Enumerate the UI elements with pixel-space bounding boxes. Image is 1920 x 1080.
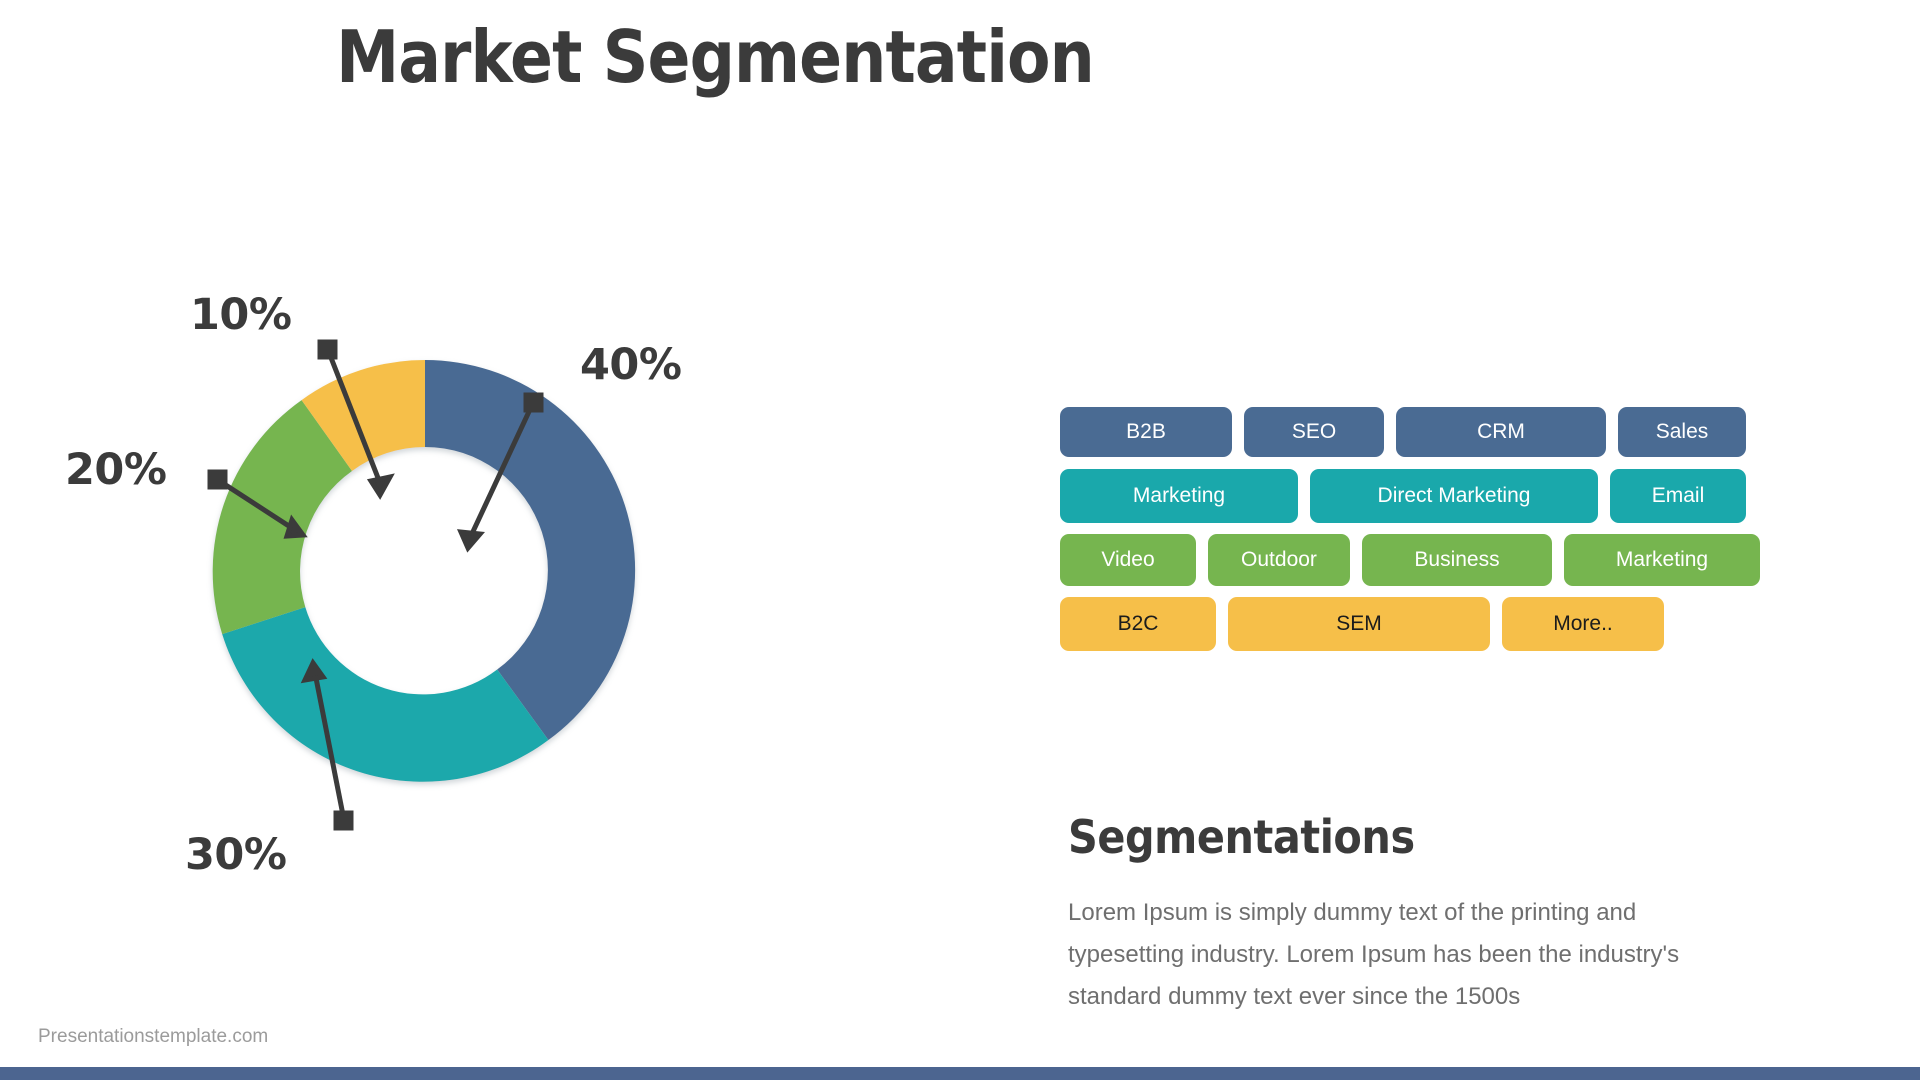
tag-outdoor[interactable]: Outdoor [1208,534,1350,586]
section-heading: Segmentations [1068,810,1415,864]
tag-b2c[interactable]: B2C [1060,597,1216,651]
slice-label-30: 30% [185,830,287,880]
footer-bar [0,1067,1920,1080]
tag-direct-marketing[interactable]: Direct Marketing [1310,469,1598,523]
donut-slice-40 [425,359,636,740]
tag-video[interactable]: Video [1060,534,1196,586]
section-body: Lorem Ipsum is simply dummy text of the … [1068,899,1680,1010]
description-block: Segmentations Lorem Ipsum is simply dumm… [1068,810,1748,1018]
tag-more[interactable]: More.. [1502,597,1664,651]
tag-seo[interactable]: SEO [1244,407,1384,457]
tag-marketing-green[interactable]: Marketing [1564,534,1760,586]
slice-label-10: 10% [190,290,292,340]
slice-label-40: 40% [580,340,682,390]
donut-slice-30 [222,607,549,782]
tag-email[interactable]: Email [1610,469,1746,523]
donut-svg [212,359,636,782]
page-title: Market Segmentation [336,15,1095,99]
tag-business[interactable]: Business [1362,534,1552,586]
tag-sales[interactable]: Sales [1618,407,1746,457]
tag-row-blue: B2B SEO CRM Sales [1060,405,1850,459]
tag-marketing[interactable]: Marketing [1060,469,1298,523]
tag-sem[interactable]: SEM [1228,597,1490,651]
slice-label-20: 20% [65,445,167,495]
tag-row-green: Video Outdoor Business Marketing [1060,533,1850,587]
tag-row-teal: Marketing Direct Marketing Email [1060,469,1850,523]
leader-end-square-30 [333,810,354,831]
tag-cloud: B2B SEO CRM Sales Marketing Direct Marke… [1060,405,1850,661]
donut-graphic [200,345,650,795]
tag-row-yellow: B2C SEM More.. [1060,597,1850,651]
tag-crm[interactable]: CRM [1396,407,1606,457]
tag-b2b[interactable]: B2B [1060,407,1232,457]
watermark: Presentationstemplate.com [38,1026,269,1047]
donut-chart: 10% 40% 20% 30% [65,240,850,920]
